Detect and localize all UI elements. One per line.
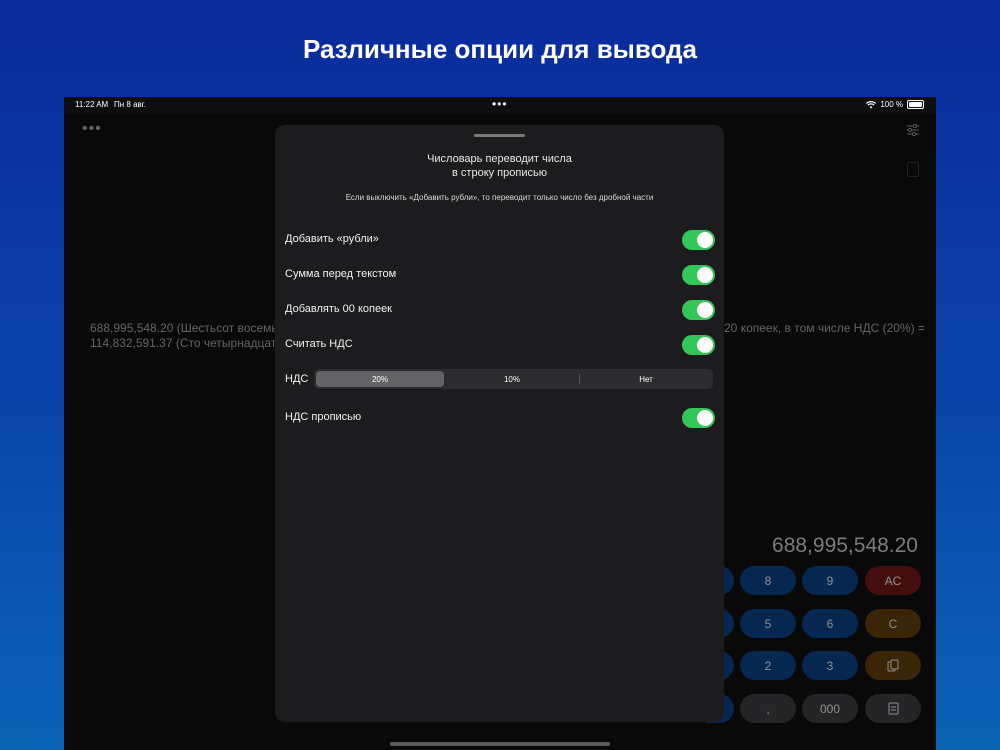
vat-label: НДС [285,373,309,385]
status-bar: 11:22 AM Пн 8 авг. ••• 100 % [64,97,936,113]
toggle-sum-before-text[interactable] [682,265,715,285]
segment-20[interactable]: 20% [316,371,444,387]
option-label: Добавлять 00 копеек [285,303,392,315]
toggle-knob [697,302,713,318]
option-label: НДС прописью [285,411,362,423]
toggle-knob [697,410,713,426]
battery-icon [907,100,924,109]
options-sheet: Числоварь переводит числа в строку пропи… [275,125,724,722]
sheet-note: Если выключить «Добавить рубли», то пере… [345,193,654,202]
option-sum-before-text: Сумма перед текстом [285,264,715,286]
option-add-zero-kopecks: Добавлять 00 копеек [285,299,715,321]
option-label: Считать НДС [285,338,353,350]
toggle-knob [697,337,713,353]
option-label: Сумма перед текстом [285,268,397,280]
status-time: 11:22 AM [75,100,109,109]
option-calc-vat: Считать НДС [285,334,715,356]
option-add-rubles: Добавить «рубли» [285,229,715,251]
sheet-grabber[interactable] [474,134,525,137]
toggle-add-rubles[interactable] [682,230,715,250]
home-indicator [390,742,610,746]
wifi-icon [866,100,877,108]
toggle-add-zero-kopecks[interactable] [682,300,715,320]
toggle-vat-words[interactable] [682,408,715,428]
option-label: Добавить «рубли» [285,233,379,245]
toggle-knob [697,267,713,283]
ipad-screen: 11:22 AM Пн 8 авг. ••• 100 % ••• 688,995… [64,97,936,750]
sheet-title-line1: Числоварь переводит числа [427,153,572,165]
sheet-title-line2: в строку прописью [452,167,547,179]
sheet-title: Числоварь переводит числа в строку пропи… [275,152,724,180]
segment-none[interactable]: Нет [580,369,712,389]
page-headline: Различные опции для вывода [302,34,698,64]
option-vat-words: НДС прописью [285,407,715,429]
toggle-calc-vat[interactable] [682,335,715,355]
battery-percent: 100 % [880,100,903,109]
multitasking-dots-icon[interactable]: ••• [492,97,508,111]
vat-segmented-control: 20% 10% Нет [314,369,713,389]
status-date: Пн 8 авг. [114,100,146,109]
segment-10[interactable]: 10% [446,369,578,389]
option-vat-rate: НДС 20% 10% Нет [285,369,715,391]
toggle-knob [697,232,713,248]
